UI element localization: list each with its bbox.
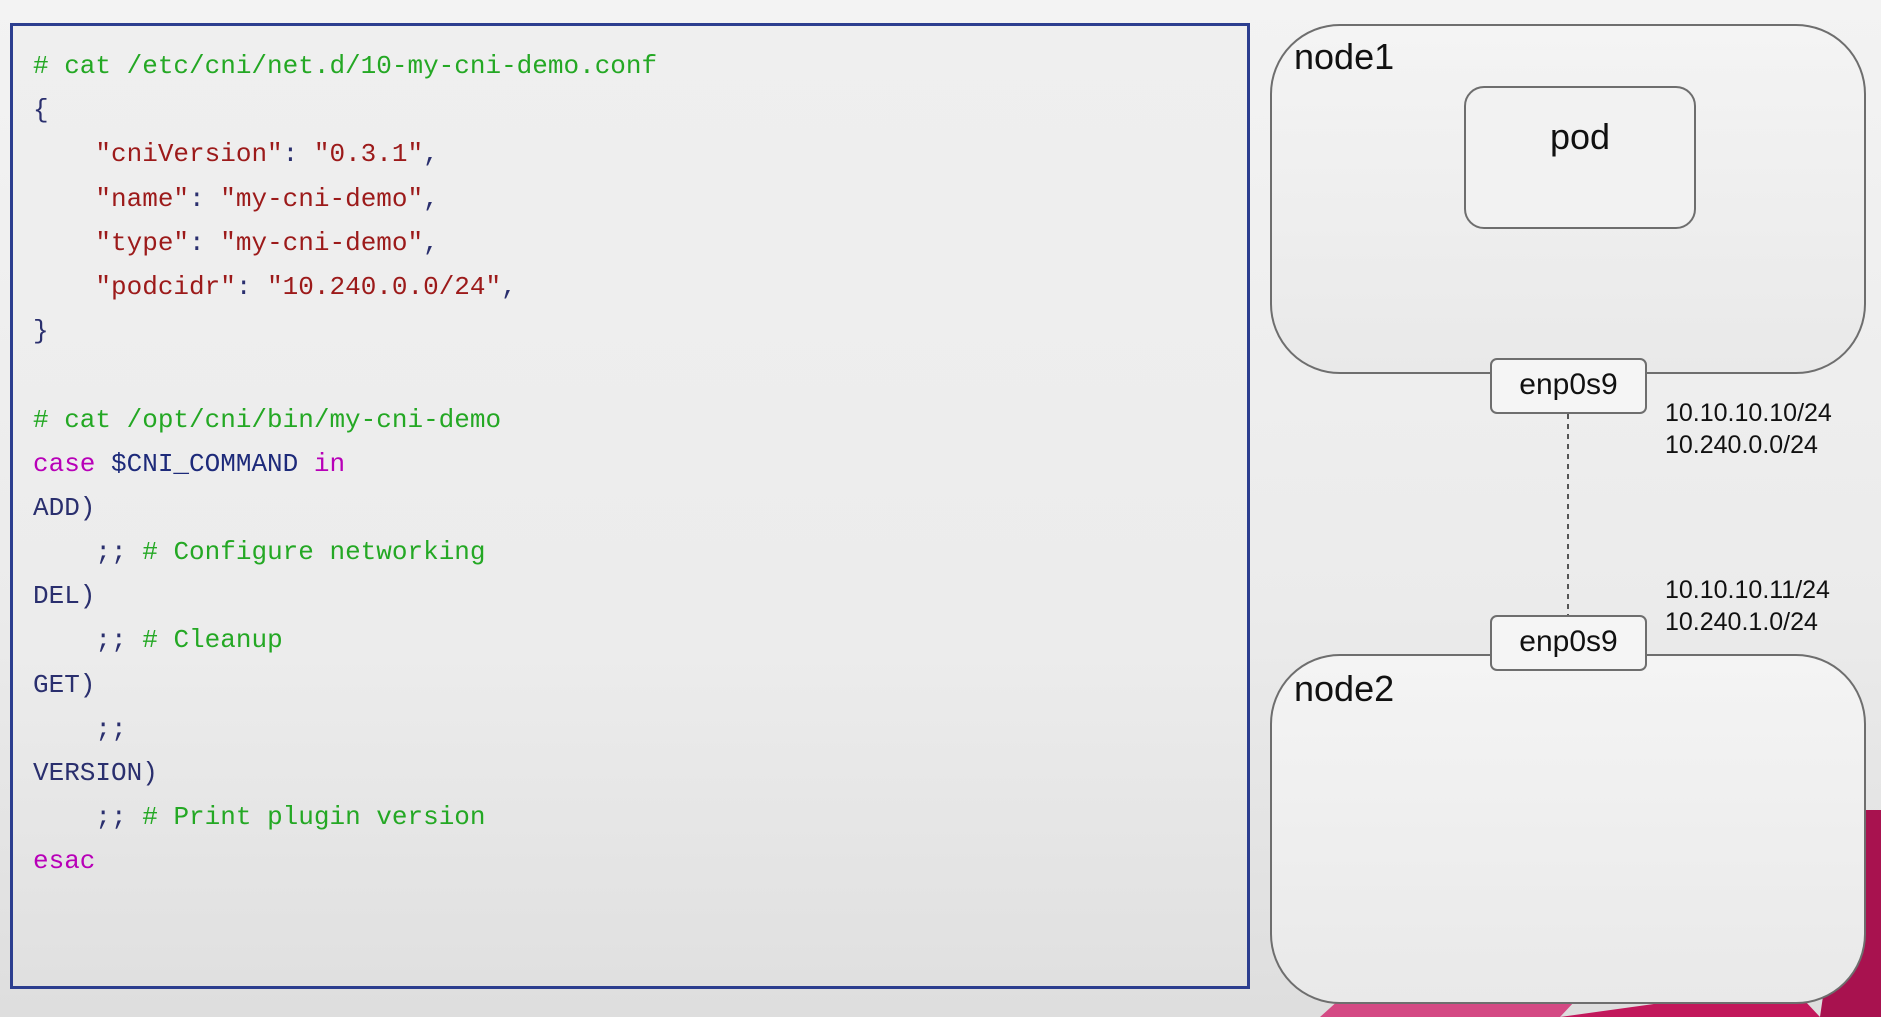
code-token: ;; [95, 625, 127, 656]
code-line: ;; # Print plugin version [33, 795, 657, 839]
code-token: , [423, 227, 439, 258]
code-token: in [313, 448, 346, 479]
code-token: , [423, 183, 439, 214]
code-token: : [235, 271, 268, 302]
code-line: ;; [33, 707, 657, 751]
code-token: "name" [95, 183, 190, 214]
node2-cidr: 10.240.1.0/24 [1665, 608, 1818, 636]
code-line: "name": "my-cni-demo", [33, 177, 657, 221]
node2-interface: enp0s9 [1490, 615, 1647, 671]
code-token: "my-cni-demo" [220, 183, 424, 214]
code-line: } [33, 309, 657, 353]
code-token: VERSION) [33, 758, 158, 788]
code-token: $CNI_COMMAND [95, 448, 314, 479]
code-token: ;; [95, 537, 127, 568]
code-line: ADD) [33, 486, 657, 530]
code-token: "10.240.0.0/24" [267, 271, 502, 302]
code-line: { [33, 88, 657, 132]
node2-ip: 10.10.10.11/24 [1665, 576, 1830, 604]
code-token: "0.3.1" [313, 139, 424, 170]
node1-cidr: 10.240.0.0/24 [1665, 431, 1818, 459]
code-token: ADD) [33, 492, 96, 523]
code-token: # Cleanup [126, 625, 283, 656]
code-token: "podcidr" [95, 271, 236, 302]
code-token: , [423, 139, 439, 170]
code-line: "type": "my-cni-demo", [33, 221, 657, 265]
code-token: "my-cni-demo" [220, 227, 424, 258]
code-line: DEL) [33, 574, 657, 618]
code-token: : [189, 227, 221, 258]
code-token: "type" [95, 227, 190, 258]
code-line: ;; # Configure networking [33, 530, 657, 574]
code-token: case [33, 448, 96, 479]
link-layer [1567, 414, 1569, 615]
code-line: case $CNI_COMMAND in [33, 442, 657, 486]
code-token: , [501, 271, 517, 302]
code-token: GET) [33, 669, 96, 700]
code-line: "podcidr": "10.240.0.0/24", [33, 265, 657, 309]
code-token: { [33, 95, 49, 126]
code-line: "cniVersion": "0.3.1", [33, 132, 657, 176]
code-line: VERSION) [33, 751, 657, 795]
code-token: : [189, 183, 221, 214]
code-token: ;; [95, 713, 127, 744]
code-token: } [33, 316, 49, 347]
code-line: # cat /opt/cni/bin/my-cni-demo [33, 398, 657, 442]
code-token: # Print plugin version [126, 802, 486, 833]
code-line: esac [33, 839, 657, 883]
node1-ip: 10.10.10.10/24 [1665, 399, 1832, 427]
code-token: # Configure networking [126, 537, 486, 568]
code-line: # cat /etc/cni/net.d/10-my-cni-demo.conf [33, 44, 657, 88]
code-panel: # cat /etc/cni/net.d/10-my-cni-demo.conf… [10, 23, 1250, 989]
code-token: # cat /etc/cni/net.d/10-my-cni-demo.conf [33, 51, 658, 81]
code-line: GET) [33, 663, 657, 707]
code-token: esac [33, 846, 96, 877]
network-diagram: node1 pod node2 enp0s9 enp0s9 10.10.10.1… [1260, 0, 1881, 1017]
code-token: # cat /opt/cni/bin/my-cni-demo [33, 404, 502, 435]
code-token: ;; [95, 802, 127, 833]
code-token: "cniVersion" [95, 139, 283, 170]
code-listing: # cat /etc/cni/net.d/10-my-cni-demo.conf… [33, 44, 657, 884]
code-line: ;; # Cleanup [33, 618, 657, 662]
code-token: DEL) [33, 581, 96, 612]
code-token: : [282, 139, 314, 170]
node1-interface: enp0s9 [1490, 358, 1647, 414]
